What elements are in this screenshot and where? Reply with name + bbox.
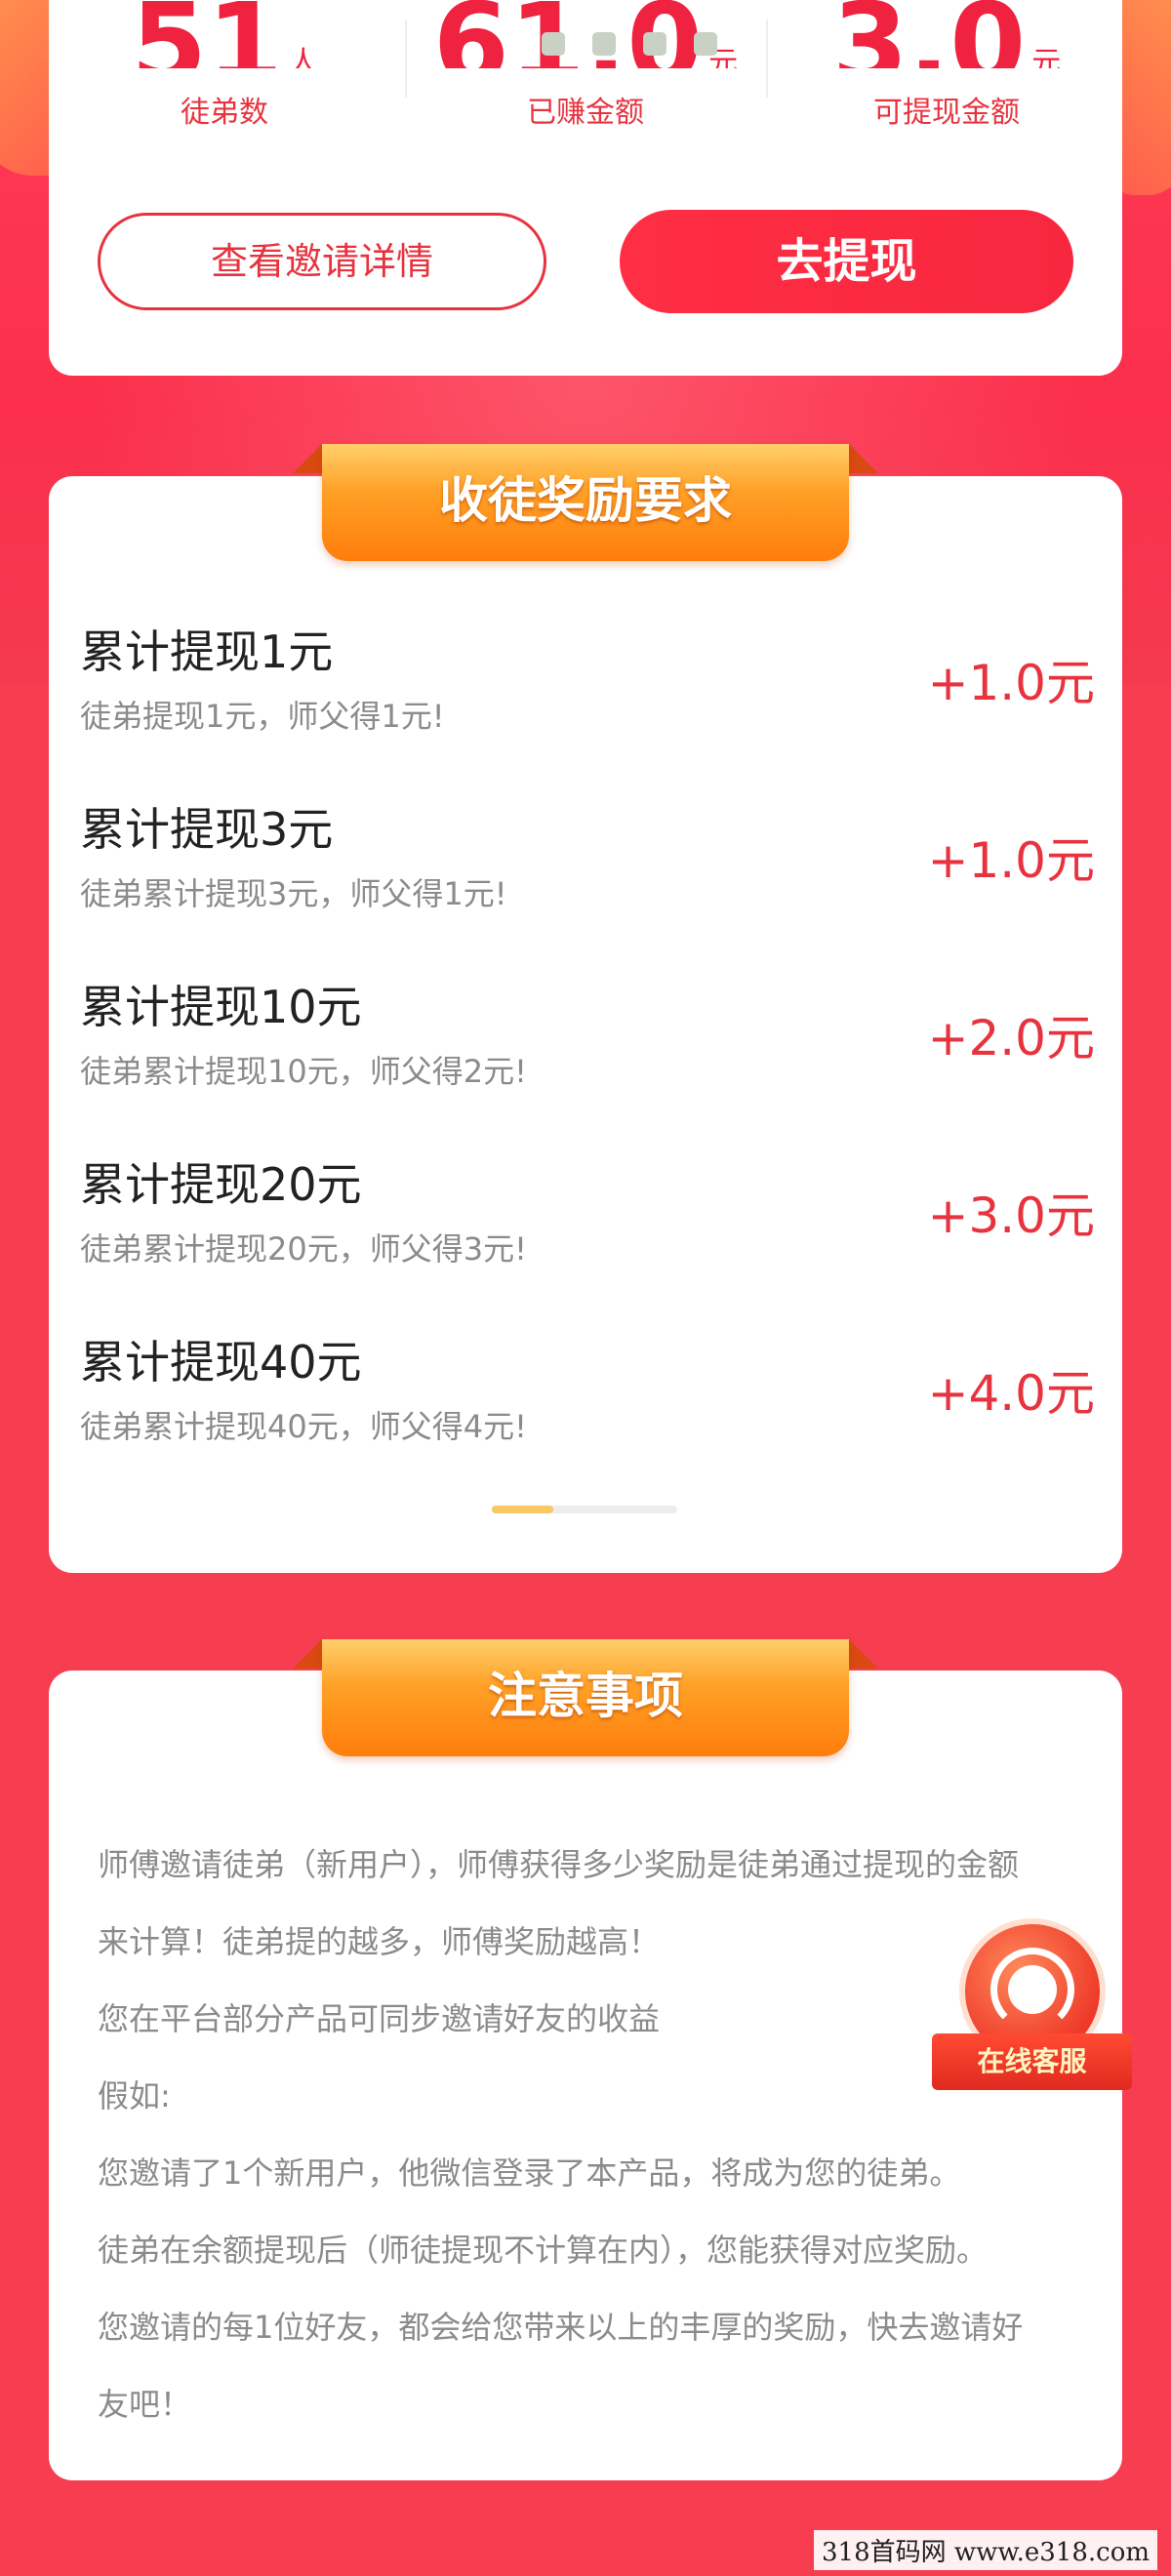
reward-amount: +1.0元 xyxy=(927,832,1095,889)
reward-desc: 徒弟累计提现10元，师父得2元! xyxy=(80,1053,527,1090)
reward-row: 累计提现20元徒弟累计提现20元，师父得3元! +3.0元 xyxy=(80,1155,1095,1331)
reward-title: 累计提现3元 xyxy=(80,803,334,856)
reward-desc: 徒弟提现1元，师父得1元! xyxy=(80,698,445,735)
reward-title: 累计提现40元 xyxy=(80,1336,362,1389)
reward-desc: 徒弟累计提现20元，师父得3元! xyxy=(80,1230,527,1268)
reward-amount: +4.0元 xyxy=(927,1365,1095,1422)
online-customer-service-button[interactable]: 在线客服 xyxy=(932,1918,1132,2094)
notes-line: 来计算！徒弟提的越多，师傅奖励越高！ xyxy=(98,1923,661,1960)
reward-desc: 徒弟累计提现3元，师父得1元! xyxy=(80,875,507,912)
notes-line: 您邀请的每1位好友，都会给您带来以上的丰厚的奖励，快去邀请好 xyxy=(98,2309,1024,2346)
stat-number: 3.0 xyxy=(831,0,1027,68)
divider xyxy=(405,20,407,98)
reward-requirements-card: 累计提现1元 徒弟提现1元，师父得1元! +1.0元 累计提现3元 徒弟累计提现3元，师… xyxy=(49,476,1122,1573)
agent-face-icon xyxy=(1008,1965,1057,2014)
watermark: 318首码网 www.e318.com xyxy=(814,2530,1157,2570)
stat-withdrawable-value: 3.0 元 xyxy=(771,0,1122,68)
reward-header-title: 收徒奖励要求 xyxy=(322,444,849,561)
notes-line: 您在平台部分产品可同步邀请好友的收益 xyxy=(98,2000,661,2037)
view-invite-details-button[interactable]: 查看邀请详情 xyxy=(98,213,546,310)
stat-label: 可提现金额 xyxy=(873,96,1020,130)
notes-line: 师傅邀请徒弟（新用户），师傅获得多少奖励是徒弟通过提现的金额 xyxy=(98,1846,1020,1883)
notes-line: 您邀请了1个新用户，他微信登录了本产品，将成为您的徒弟。 xyxy=(98,2154,961,2192)
notes-line: 友吧！ xyxy=(98,2386,192,2423)
scroll-indicator-fill xyxy=(492,1506,553,1513)
stat-label: 已赚金额 xyxy=(527,96,644,130)
divider xyxy=(766,20,768,98)
stat-unit: 人 xyxy=(288,46,318,68)
customer-service-label: 在线客服 xyxy=(932,2033,1132,2090)
stats-card: 51 人 徒弟数 61.0 元 已赚金额 3.0 元 可提现金额 查看邀请详情 去提现 xyxy=(49,0,1122,376)
stat-unit: 元 xyxy=(1031,46,1062,68)
stat-label: 徒弟数 xyxy=(181,96,268,130)
reward-amount: +1.0元 xyxy=(927,655,1095,711)
reward-row: 累计提现3元徒弟累计提现3元，师父得1元! +1.0元 xyxy=(80,800,1095,976)
stat-withdrawable: 3.0 元 可提现金额 xyxy=(771,0,1122,131)
stat-earned: 61.0 元 已赚金额 xyxy=(410,0,761,131)
reward-title: 累计提现1元 xyxy=(80,625,334,678)
notes-line: 假如: xyxy=(98,2077,171,2114)
reward-row: 累计提现10元徒弟累计提现10元，师父得2元! +2.0元 xyxy=(80,978,1095,1153)
reward-row: 累计提现40元徒弟累计提现40元，师父得4元! +4.0元 xyxy=(80,1333,1095,1509)
stat-apprentices: 51 人 徒弟数 xyxy=(49,0,400,131)
reward-title: 累计提现10元 xyxy=(80,981,362,1033)
reward-desc: 徒弟累计提现40元，师父得4元! xyxy=(80,1408,527,1445)
notes-line: 徒弟在余额提现后（师徒提现不计算在内），您能获得对应奖励。 xyxy=(98,2232,989,2269)
reward-title: 累计提现20元 xyxy=(80,1158,362,1211)
reward-row: 累计提现1元徒弟提现1元，师父得1元! +1.0元 xyxy=(80,623,1095,798)
reward-amount: +3.0元 xyxy=(927,1187,1095,1244)
notes-header-title: 注意事项 xyxy=(322,1639,849,1756)
stat-apprentices-value: 51 人 xyxy=(49,0,400,68)
reward-amount: +2.0元 xyxy=(927,1010,1095,1067)
withdraw-button[interactable]: 去提现 xyxy=(620,210,1073,313)
loading-dots xyxy=(542,32,717,56)
scroll-indicator xyxy=(492,1506,677,1513)
notes-header-ribbon: 注意事项 xyxy=(293,1639,878,1756)
stat-number: 51 xyxy=(131,0,283,68)
reward-header-ribbon: 收徒奖励要求 xyxy=(293,444,878,561)
notes-text: 师傅邀请徒弟（新用户），师傅获得多少奖励是徒弟通过提现的金额 来计算！徒弟提的越多… xyxy=(98,1827,1073,2443)
